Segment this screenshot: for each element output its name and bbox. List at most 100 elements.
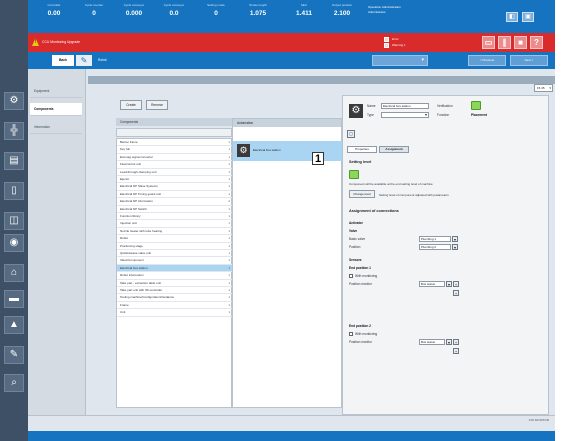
list-item[interactable]: Lead-through-clamping unit 1 [117, 169, 233, 176]
position-label: Position [349, 245, 361, 249]
end-position-2-add-icon[interactable]: + [453, 339, 459, 345]
subnav-item-equipment[interactable]: Equipment [30, 85, 82, 98]
user-info: Operation Administration Administrator [368, 5, 401, 15]
list-item[interactable]: Take part unit with 3D-controller 1 [117, 287, 233, 295]
end-position-2-checkbox[interactable] [349, 332, 353, 336]
list-item[interactable]: Electrical DP Switch 1 [117, 206, 233, 213]
pause-icon[interactable]: ∥ [498, 36, 511, 49]
tab-assignment[interactable]: Assignment [379, 146, 409, 153]
warning-icon[interactable]: ▲ [4, 316, 24, 334]
list-item[interactable]: Tooling machine/Configuration/Guidance 1 [117, 294, 233, 302]
window-icon[interactable]: ▣ [522, 12, 534, 22]
list-item-label: Unit [120, 310, 126, 315]
remove-button[interactable]: Remove [146, 100, 168, 110]
expand-icon[interactable]: ▢ [347, 130, 355, 138]
screen-icon[interactable]: ▭ [482, 36, 495, 49]
list-item[interactable]: Electrical DP Slave Systems 1 [117, 183, 233, 191]
list-item[interactable]: Flowcontrol unit 1 [117, 161, 233, 169]
components-column-header[interactable]: Components [116, 118, 232, 126]
list-item[interactable]: Function library 1 [117, 213, 233, 221]
list-item[interactable]: Nozzle heater with tube heating 1 [117, 228, 233, 236]
change-level-button[interactable]: Change level [349, 190, 375, 198]
folder-icon[interactable]: ▬ [4, 290, 24, 308]
help-icon[interactable]: ? [530, 36, 543, 49]
list-item-count: 1 [228, 295, 230, 300]
list-item[interactable]: Robot 1 [117, 235, 233, 243]
list-item-label: Frame [120, 302, 129, 307]
subnav-item-components[interactable]: Components [30, 103, 82, 116]
settings-icon[interactable]: ◧ [506, 12, 518, 22]
component-icon[interactable]: ▤ [4, 152, 24, 170]
list-item[interactable]: Frame 1 [117, 302, 233, 310]
subnav-item-information[interactable]: Information [30, 121, 82, 134]
end-position-1-select[interactable]: Bus status [419, 281, 445, 287]
list-item[interactable]: Barrier frame 1 [117, 139, 233, 147]
end-position-1-chevron-icon[interactable]: ▾ [446, 281, 452, 287]
edit-icon[interactable]: ✎ [76, 55, 92, 66]
list-item-count: 1 [228, 310, 230, 315]
list-item-count: 1 [228, 206, 230, 211]
end-position-2-monitor-label: Position monitor [349, 340, 372, 344]
list-item[interactable]: Positioning stage 1 [117, 243, 233, 250]
list-item[interactable]: Key fob 1 [117, 146, 233, 154]
type-select[interactable]: ▾ [381, 112, 429, 118]
list-item[interactable]: Ejector 1 [117, 176, 233, 184]
position-chevron-icon[interactable]: ▾ [452, 244, 458, 250]
list-item[interactable]: Unit 1 [117, 309, 233, 317]
list-item[interactable]: Take part - extraction table unit 1 [117, 280, 233, 287]
list-item[interactable]: Electrical DP Timing guard unit 1 [117, 191, 233, 199]
end-position-2-select[interactable]: Bus status [419, 339, 445, 345]
zoom-chevron-icon: ▾ [549, 86, 551, 90]
machine-icon[interactable]: ⌂ [4, 264, 24, 282]
list-item-count: 1 [228, 228, 230, 233]
list-item[interactable]: Robot information 1 [117, 272, 233, 280]
magnifier-icon[interactable]: ⌕ [4, 374, 24, 392]
list-item-count: 1 [228, 162, 230, 167]
alarm-title: CCU Monitoring Upgrade [42, 40, 81, 44]
name-field[interactable]: Electrical bus station [381, 103, 429, 109]
end-position-2-check-label: With monitoring [355, 332, 378, 336]
valve-icon[interactable]: ◉ [4, 234, 24, 252]
robot-icon[interactable]: ⚙ [4, 92, 24, 110]
sensor-icon[interactable]: ◫ [4, 212, 24, 230]
list-item[interactable]: Quickrelease valve unit 1 [117, 250, 233, 258]
zoom-select[interactable]: 15.45 ▾ [534, 84, 553, 92]
tab-properties[interactable]: Properties [347, 146, 377, 153]
end-position-1-checkbox[interactable] [349, 274, 353, 278]
create-button[interactable]: Create [120, 100, 142, 110]
automation-item[interactable]: ⚙ Electrical bus station [233, 141, 343, 161]
footer-bar [28, 431, 555, 441]
wrench-icon[interactable]: ✎ [4, 346, 24, 364]
list-item[interactable]: Electrical bus station 1 [117, 264, 233, 273]
list-item[interactable]: Valve/Component 1 [117, 257, 233, 265]
context-dropdown[interactable]: ▾ [372, 55, 428, 66]
chevron-down-icon: ▾ [424, 112, 427, 117]
list-item-label: Electrical DP Switch [120, 206, 147, 211]
cylinder-icon[interactable]: ▯ [4, 182, 24, 200]
end-position-2-chevron-icon[interactable]: ▾ [446, 339, 452, 345]
next-button[interactable]: Next > [510, 55, 548, 66]
alarm-status[interactable]: Error Warning 1 [384, 36, 406, 48]
end-position-2-label: End position 2 [349, 324, 371, 328]
list-item-label: Lead-through-clamping unit [120, 169, 157, 174]
end-position-2-add-row-icon[interactable]: + [453, 348, 459, 354]
gripper-icon[interactable]: ╬ [4, 122, 24, 140]
callout-1: 1 [312, 152, 324, 165]
list-item[interactable]: Injection unit 1 [117, 220, 233, 228]
end-position-1-add-icon[interactable]: + [453, 281, 459, 287]
basic-valve-select[interactable]: Plumbing 1 [419, 236, 451, 242]
list-item[interactable]: Electrical DP information 2 [117, 198, 233, 206]
list-item-label: Electrical DP Timing guard unit [120, 191, 161, 196]
end-position-1-add-row-icon[interactable]: + [453, 290, 459, 296]
alarm-warning-icon: ! [32, 38, 39, 46]
position-select[interactable]: Plumbing 2 [419, 244, 451, 250]
back-button[interactable]: Back [52, 55, 74, 66]
previous-button[interactable]: < Previous [468, 55, 506, 66]
automation-item-label: Electrical bus station [253, 148, 281, 152]
list-item-label: Injection unit [120, 221, 137, 226]
user-name: Administrator [368, 10, 386, 14]
basic-valve-chevron-icon[interactable]: ▾ [452, 236, 458, 242]
list-item[interactable]: Ecomag signal converter 1 [117, 154, 233, 162]
metric-1: Controller 0.00 [47, 3, 61, 17]
camera-icon[interactable]: ■ [514, 36, 527, 49]
